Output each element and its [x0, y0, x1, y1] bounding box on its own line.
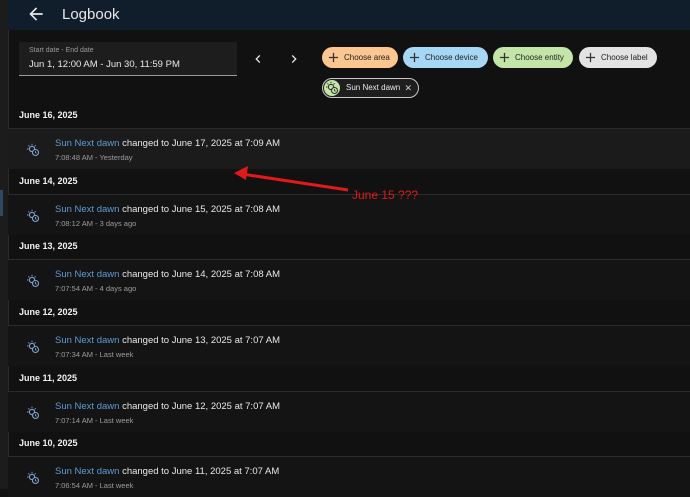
entity-link[interactable]: Sun Next dawn: [55, 466, 119, 477]
logbook-entry[interactable]: Sun Next dawn changed to June 14, 2025 a…: [8, 259, 690, 300]
plus-icon: [499, 52, 510, 63]
choose-label-label: Choose label: [601, 53, 648, 62]
entry-change-text: changed to June 17, 2025 at 7:09 AM: [122, 138, 280, 149]
date-group-header: June 16, 2025: [19, 110, 78, 120]
sidebar-active-marker: [0, 190, 3, 216]
annotation-arrow: [228, 160, 358, 200]
date-group-header: June 13, 2025: [19, 241, 78, 251]
choose-device-label: Choose device: [425, 53, 478, 62]
choose-area-button[interactable]: Choose area: [322, 47, 398, 68]
entry-message: Sun Next dawn changed to June 12, 2025 a…: [55, 401, 280, 412]
chevron-left-icon[interactable]: [250, 51, 266, 67]
entry-message: Sun Next dawn changed to June 17, 2025 a…: [55, 138, 280, 149]
entity-link[interactable]: Sun Next dawn: [55, 138, 119, 149]
arrow-left-icon[interactable]: [26, 4, 46, 24]
date-group-header: June 10, 2025: [19, 438, 78, 448]
date-range-label: Start date - End date: [29, 47, 94, 54]
sun-clock-icon: [25, 273, 41, 289]
top-app-bar: Logbook: [8, 0, 690, 30]
date-range-picker[interactable]: Start date - End date Jun 1, 12:00 AM - …: [19, 42, 237, 76]
choose-entity-label: Choose entity: [515, 53, 564, 62]
page-title: Logbook: [62, 6, 120, 23]
sun-clock-icon: [25, 208, 41, 224]
entry-message: Sun Next dawn changed to June 14, 2025 a…: [55, 269, 280, 280]
entry-change-text: changed to June 12, 2025 at 7:07 AM: [122, 401, 280, 412]
choose-area-label: Choose area: [344, 53, 390, 62]
entity-link[interactable]: Sun Next dawn: [55, 204, 119, 215]
date-group-header: June 14, 2025: [19, 176, 78, 186]
annotation-text: June 15 ???: [352, 188, 418, 202]
date-group-header: June 11, 2025: [19, 373, 77, 383]
selected-entity-label: Sun Next dawn: [346, 79, 400, 97]
plus-icon: [585, 52, 596, 63]
sun-clock-icon: [25, 405, 41, 421]
date-range-value: Jun 1, 12:00 AM - Jun 30, 11:59 PM: [29, 59, 180, 70]
logbook-entry[interactable]: Sun Next dawn changed to June 12, 2025 a…: [8, 391, 690, 432]
entry-timestamp[interactable]: 7:08:12 AM - 3 days ago: [55, 219, 136, 228]
sun-clock-icon: [324, 80, 340, 96]
sun-clock-icon: [25, 470, 41, 486]
choose-label-button[interactable]: Choose label: [579, 47, 657, 68]
entry-timestamp[interactable]: 7:07:14 AM - Last week: [55, 416, 133, 425]
entry-message: Sun Next dawn changed to June 15, 2025 a…: [55, 204, 280, 215]
logbook-entry[interactable]: Sun Next dawn changed to June 11, 2025 a…: [8, 456, 690, 497]
plus-icon: [409, 52, 420, 63]
choose-entity-button[interactable]: Choose entity: [493, 47, 573, 68]
entry-message: Sun Next dawn changed to June 13, 2025 a…: [55, 335, 280, 346]
entry-change-text: changed to June 13, 2025 at 7:07 AM: [122, 335, 280, 346]
sun-clock-icon: [25, 142, 41, 158]
logbook-entry[interactable]: Sun Next dawn changed to June 15, 2025 a…: [8, 194, 690, 235]
entry-change-text: changed to June 14, 2025 at 7:08 AM: [122, 269, 280, 280]
remove-chip-icon[interactable]: ✕: [404, 79, 412, 97]
sun-clock-icon: [25, 339, 41, 355]
entity-link[interactable]: Sun Next dawn: [55, 269, 119, 280]
entry-message: Sun Next dawn changed to June 11, 2025 a…: [55, 466, 279, 477]
date-group-header: June 12, 2025: [19, 307, 78, 317]
entry-timestamp[interactable]: 7:07:54 AM - 4 days ago: [55, 284, 136, 293]
choose-device-button[interactable]: Choose device: [403, 47, 488, 68]
selected-entity-chip[interactable]: Sun Next dawn ✕: [322, 78, 419, 98]
logbook-entry[interactable]: Sun Next dawn changed to June 13, 2025 a…: [8, 325, 690, 366]
chevron-right-icon[interactable]: [286, 51, 302, 67]
entry-timestamp[interactable]: 7:07:34 AM - Last week: [55, 350, 133, 359]
entry-change-text: changed to June 15, 2025 at 7:08 AM: [122, 204, 280, 215]
entity-link[interactable]: Sun Next dawn: [55, 335, 119, 346]
entry-change-text: changed to June 11, 2025 at 7:07 AM: [122, 466, 279, 477]
entity-link[interactable]: Sun Next dawn: [55, 401, 119, 412]
entry-timestamp[interactable]: 7:08:48 AM - Yesterday: [55, 153, 133, 162]
plus-icon: [328, 52, 339, 63]
